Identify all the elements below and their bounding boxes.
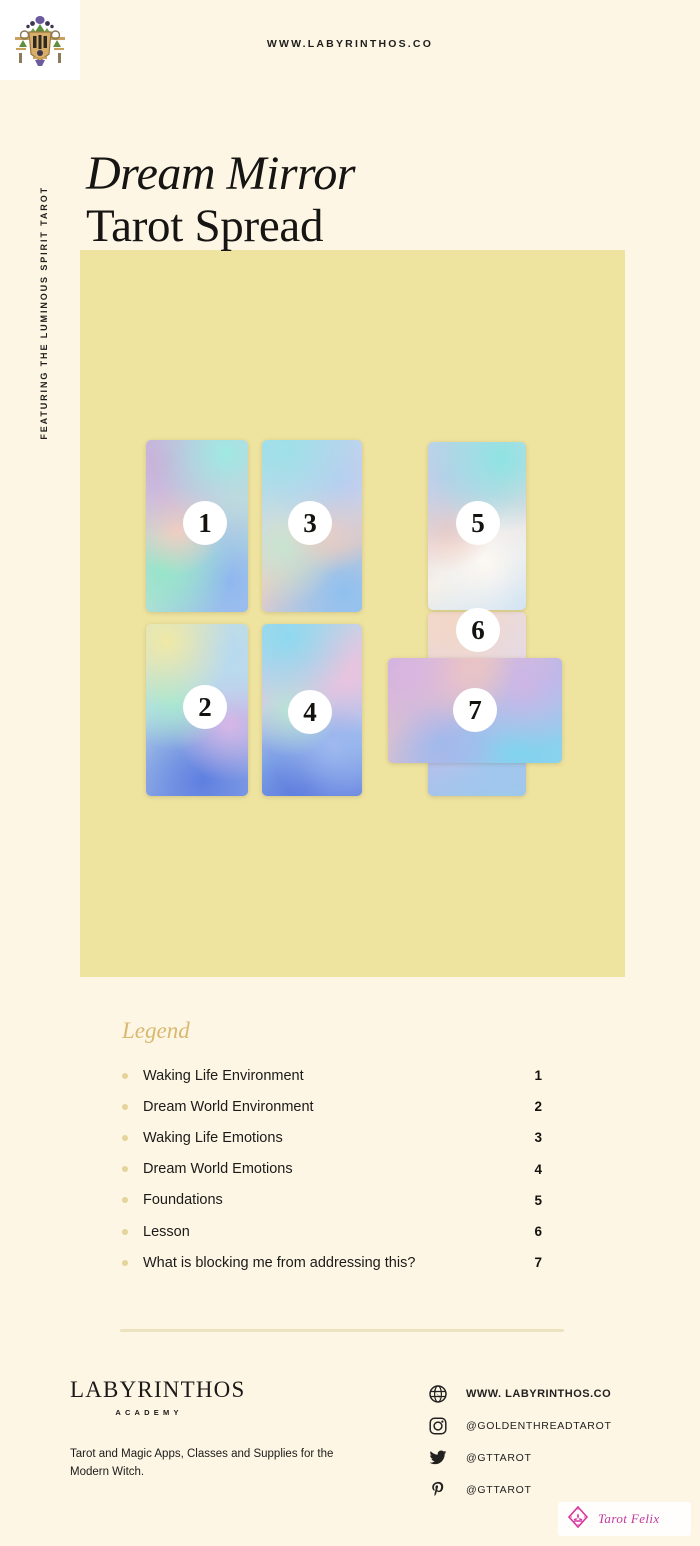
page-title: Dream Mirror Tarot Spread <box>86 148 606 252</box>
legend-item-label: Waking Life Environment <box>143 1067 304 1084</box>
bullet-icon <box>122 1228 128 1235</box>
legend-item-label: Waking Life Emotions <box>143 1129 283 1146</box>
legend-item-label: Lesson <box>143 1223 190 1240</box>
social-link-instagram[interactable]: @GOLDENTHREADTAROT <box>428 1410 678 1442</box>
spread-panel <box>80 250 625 977</box>
card-number-badge-6: 6 <box>456 608 500 652</box>
card-number-6: 6 <box>471 614 485 645</box>
card-number-3: 3 <box>303 507 317 538</box>
bullet-icon <box>122 1259 128 1266</box>
footer-divider <box>120 1329 564 1332</box>
legend-item: Foundations 5 <box>122 1185 542 1216</box>
legend-item: What is blocking me from addressing this… <box>122 1247 542 1278</box>
card-number-1: 1 <box>198 507 212 538</box>
legend-item: Waking Life Environment 1 <box>122 1060 542 1091</box>
twitter-icon <box>428 1448 448 1468</box>
title-line-one: Dream Mirror <box>86 147 356 200</box>
card-number-badge-3: 3 <box>288 501 332 545</box>
globe-icon <box>428 1384 448 1404</box>
legend-item: Lesson 6 <box>122 1216 542 1247</box>
card-number-badge-1: 1 <box>183 501 227 545</box>
social-link-twitter[interactable]: @GTTAROT <box>428 1442 678 1474</box>
legend-section: Legend Waking Life Environment 1 Dream W… <box>122 1018 542 1278</box>
footer-social-block: WWW. LABYRINTHOS.CO @GOLDENTHREADTAROT @… <box>428 1378 678 1506</box>
bullet-icon <box>122 1197 128 1204</box>
lotus-diamond-icon <box>566 1505 590 1534</box>
pinterest-icon <box>428 1480 448 1500</box>
legend-item: Waking Life Emotions 3 <box>122 1122 542 1153</box>
featuring-deck-text: FEATURING THE LUMINOUS SPIRIT TAROT <box>39 186 49 440</box>
legend-item-number: 6 <box>534 1224 542 1240</box>
bullet-icon <box>122 1134 128 1141</box>
legend-item-number: 7 <box>534 1255 542 1271</box>
card-number-5: 5 <box>471 507 485 538</box>
social-link-website[interactable]: WWW. LABYRINTHOS.CO <box>428 1378 678 1410</box>
card-number-badge-7: 7 <box>453 688 497 732</box>
legend-item-label: Dream World Environment <box>143 1098 314 1115</box>
watermark-text: Tarot Felix <box>598 1511 660 1526</box>
legend-item-number: 2 <box>534 1099 542 1115</box>
card-number-badge-5: 5 <box>456 501 500 545</box>
legend-item-label: Dream World Emotions <box>143 1161 293 1178</box>
legend-item-label: Foundations <box>143 1192 223 1209</box>
card-number-7: 7 <box>468 694 482 725</box>
social-link-pinterest-text: @GTTAROT <box>466 1484 532 1496</box>
featuring-deck-label: FEATURING THE LUMINOUS SPIRIT TAROT <box>36 160 52 440</box>
infographic-page: WWW.LABYRINTHOS.CO FEATURING THE LUMINOU… <box>0 0 700 1546</box>
bullet-icon <box>122 1103 128 1110</box>
card-number-badge-4: 4 <box>288 690 332 734</box>
social-link-twitter-text: @GTTAROT <box>466 1452 532 1464</box>
legend-item: Dream World Emotions 4 <box>122 1154 542 1185</box>
legend-item-number: 4 <box>534 1161 542 1177</box>
legend-item-label: What is blocking me from addressing this… <box>143 1254 416 1271</box>
social-link-website-text: WWW. LABYRINTHOS.CO <box>466 1388 612 1400</box>
brand-tagline: Tarot and Magic Apps, Classes and Suppli… <box>70 1448 334 1478</box>
brand-name: LABYRINTHOS <box>70 1377 246 1402</box>
legend-item-number: 1 <box>534 1068 542 1084</box>
instagram-icon <box>428 1416 448 1436</box>
legend-item: Dream World Environment 2 <box>122 1091 542 1122</box>
bullet-icon <box>122 1166 128 1173</box>
bullet-icon <box>122 1072 128 1079</box>
header-bar: WWW.LABYRINTHOS.CO <box>0 0 700 85</box>
footer-brand-block: LABYRINTHOS ACADEMY Tarot and Magic Apps… <box>70 1378 370 1482</box>
legend-title: Legend <box>122 1018 190 1043</box>
title-line-two: Tarot Spread <box>86 199 324 252</box>
legend-item-number: 3 <box>534 1130 542 1146</box>
header-website-url[interactable]: WWW.LABYRINTHOS.CO <box>0 38 700 50</box>
card-number-2: 2 <box>198 691 212 722</box>
social-link-instagram-text: @GOLDENTHREADTAROT <box>466 1420 612 1432</box>
brand-subtitle: ACADEMY <box>115 1408 183 1417</box>
legend-item-number: 5 <box>534 1192 542 1208</box>
watermark: Tarot Felix <box>558 1502 691 1536</box>
card-number-badge-2: 2 <box>183 685 227 729</box>
card-number-4: 4 <box>303 696 317 727</box>
